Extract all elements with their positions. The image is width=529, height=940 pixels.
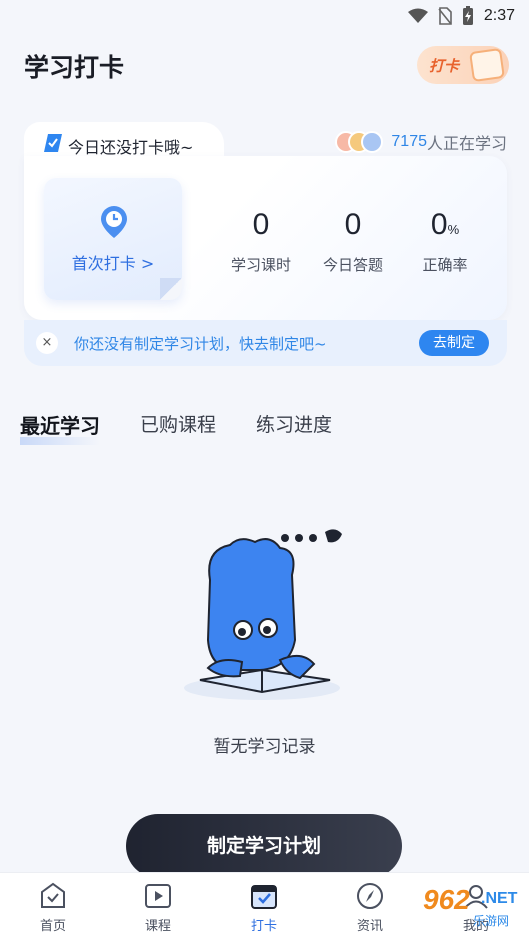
nav-home[interactable]: 首页 xyxy=(23,881,83,934)
nav-checkin[interactable]: 打卡 xyxy=(234,881,294,934)
stat-accuracy: 0% 正确率 xyxy=(400,208,490,275)
nav-courses[interactable]: 课程 xyxy=(128,881,188,934)
tab-recent-study[interactable]: 最近学习 xyxy=(20,410,100,445)
stat-value: 0% xyxy=(430,208,460,241)
checkin-status-text: 今日还没打卡哦~ xyxy=(68,138,194,157)
watermark-number: 962 xyxy=(423,884,470,915)
learner-text: 人正在学习 xyxy=(426,134,507,153)
checkin-badge-button[interactable]: 打卡 xyxy=(417,46,509,84)
make-study-plan-button[interactable]: 制定学习计划 xyxy=(126,814,402,878)
tab-purchased-courses[interactable]: 已购课程 xyxy=(140,410,216,445)
learners-info: 7175 人正在学习 xyxy=(335,130,507,154)
learner-count: 7175 xyxy=(391,133,427,150)
watermark-sub: 乐游网 xyxy=(473,914,510,928)
status-time: 2:37 xyxy=(483,7,515,24)
plan-reminder-text: 你还没有制定学习计划，快去制定吧~ xyxy=(74,335,327,353)
battery-charging-icon xyxy=(462,6,473,25)
learner-avatars xyxy=(335,131,384,153)
play-icon xyxy=(145,884,171,908)
stat-label: 今日答题 xyxy=(322,256,383,274)
first-checkin-button[interactable]: 首次打卡 > xyxy=(44,178,182,300)
stat-value: 0 xyxy=(344,208,362,241)
stat-label: 学习课时 xyxy=(230,256,291,274)
stat-value: 0 xyxy=(252,208,270,241)
tab-practice-progress[interactable]: 练习进度 xyxy=(256,410,332,445)
nav-label: 打卡 xyxy=(250,919,277,934)
no-sim-icon xyxy=(438,7,452,25)
avatar xyxy=(361,131,384,153)
status-bar: 2:37 xyxy=(0,0,529,32)
nav-news[interactable]: 资讯 xyxy=(340,881,400,934)
ticket-check-icon xyxy=(44,134,62,152)
home-icon xyxy=(41,882,65,908)
close-icon[interactable]: × xyxy=(36,332,58,354)
plan-reminder-bar: × 你还没有制定学习计划，快去制定吧~ 去制定 xyxy=(24,320,507,366)
first-checkin-label: 首次打卡 > xyxy=(71,254,155,273)
calendar-check-icon xyxy=(251,885,277,909)
site-watermark: 962 .NET 乐游网 xyxy=(403,884,523,932)
empty-state-text: 暂无学习记录 xyxy=(213,737,316,757)
checkin-badge-label: 打卡 xyxy=(429,57,460,75)
checkin-calendar-icon xyxy=(469,47,505,83)
nav-label: 首页 xyxy=(39,919,66,934)
compass-icon xyxy=(357,883,383,909)
nav-label: 资讯 xyxy=(356,919,383,934)
page-title: 学习打卡 xyxy=(24,53,125,82)
content-tabs: 最近学习 已购课程 练习进度 xyxy=(20,410,372,445)
stat-study-hours: 0 学习课时 xyxy=(216,208,306,275)
wifi-icon xyxy=(407,8,428,23)
empty-state-illustration xyxy=(184,529,342,700)
watermark-net: .NET xyxy=(481,890,518,907)
clock-icon xyxy=(101,206,127,238)
make-plan-button[interactable]: 去制定 xyxy=(419,330,489,356)
nav-label: 课程 xyxy=(144,919,171,934)
stat-today-answers: 0 今日答题 xyxy=(308,208,398,275)
stat-label: 正确率 xyxy=(422,256,468,274)
status-icons: 2:37 xyxy=(407,6,515,26)
